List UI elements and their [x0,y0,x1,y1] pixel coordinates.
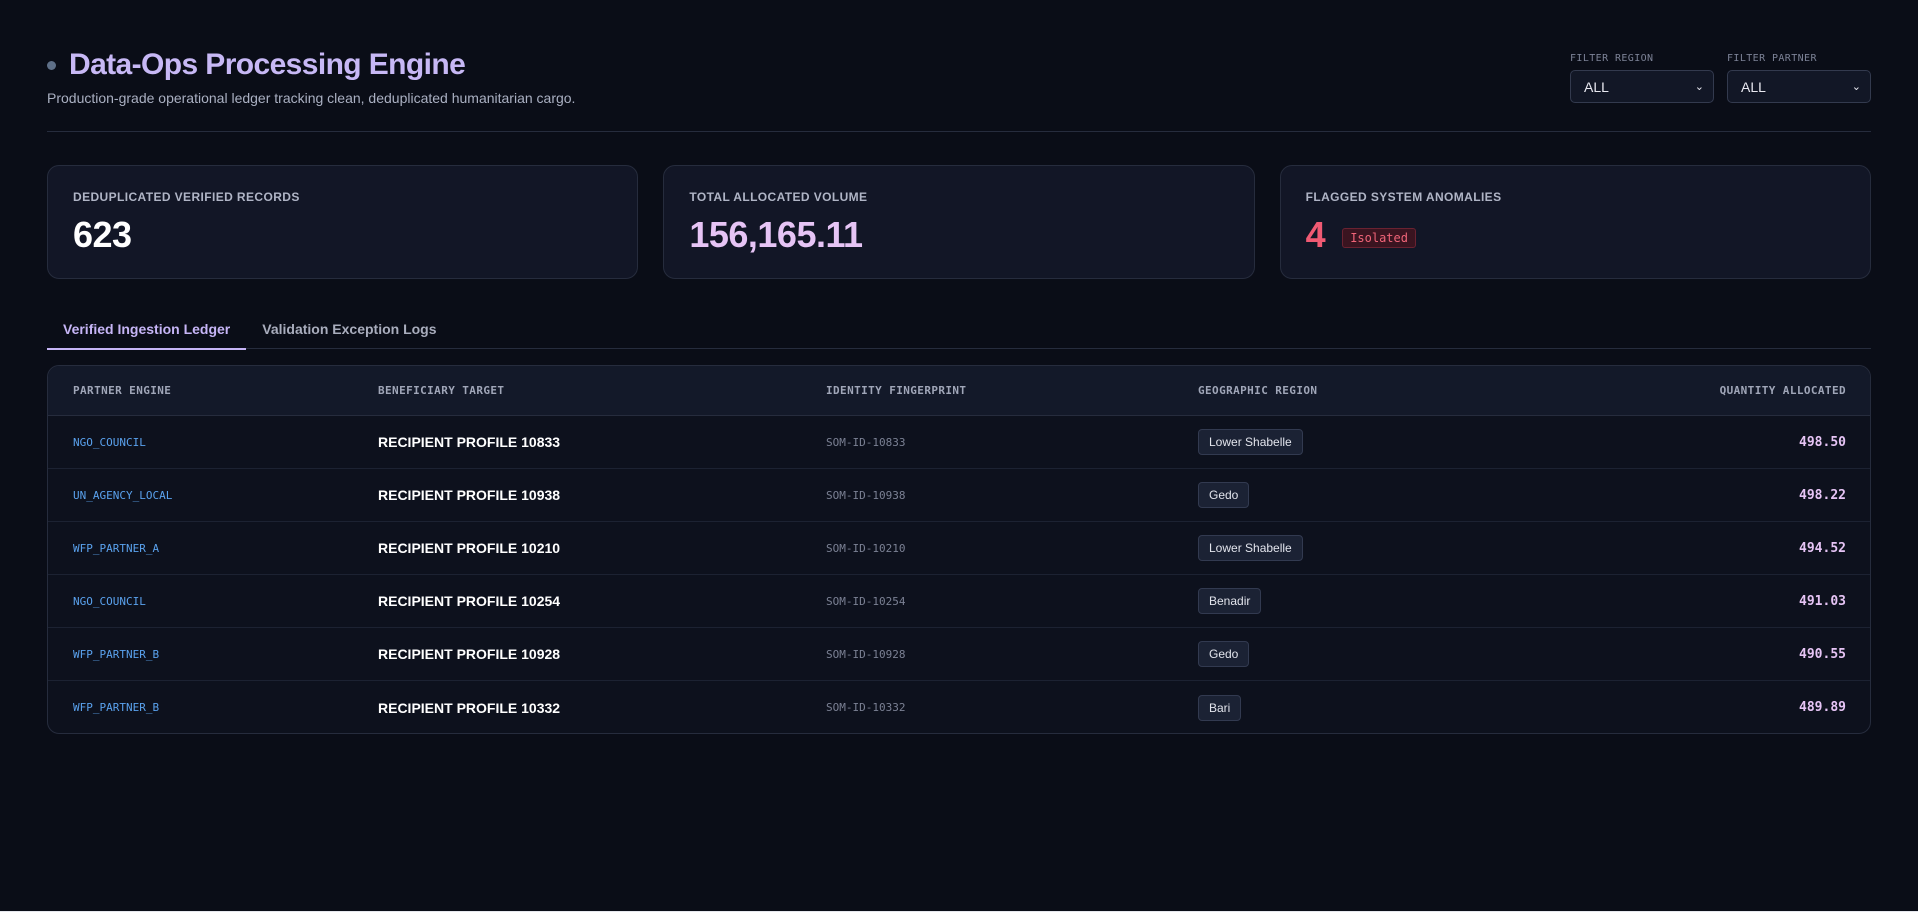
fingerprint-cell: SOM-ID-10254 [826,594,906,608]
quantity-cell: 491.03 [1799,593,1846,609]
column-header-region[interactable]: GEOGRAPHIC REGION [1198,384,1317,397]
fingerprint-cell: SOM-ID-10928 [826,647,906,661]
stat-card-value-row: 156,165.11 [689,215,1228,255]
stat-card-anomalies: FLAGGED SYSTEM ANOMALIES 4 Isolated [1279,165,1871,279]
stat-card-value: 156,165.11 [689,214,863,255]
stat-card-value: 623 [73,214,132,255]
status-badge: Isolated [1342,228,1416,248]
region-chip: Bari [1198,694,1242,721]
quantity-cell: 498.50 [1799,434,1846,450]
table-row[interactable]: NGO_COUNCIL RECIPIENT PROFILE 10254 SOM-… [48,575,1870,628]
page-title: Data-Ops Processing Engine [69,48,466,81]
stat-card-label: FLAGGED SYSTEM ANOMALIES [1305,190,1502,204]
table-row[interactable]: WFP_PARTNER_A RECIPIENT PROFILE 10210 SO… [48,522,1870,575]
recipient-cell: RECIPIENT PROFILE 10833 [378,434,561,450]
stat-card-label: TOTAL ALLOCATED VOLUME [689,190,868,204]
column-header-fingerprint[interactable]: IDENTITY FINGERPRINT [826,384,966,397]
recipient-cell: RECIPIENT PROFILE 10938 [378,487,561,503]
filter-region: FILTER REGION ALL ⌄ [1570,53,1714,103]
partner-cell: WFP_PARTNER_B [73,701,160,714]
chevron-down-icon: ⌄ [1851,81,1861,93]
filter-partner-label: FILTER PARTNER [1727,53,1817,64]
column-header-quantity[interactable]: QUANTITY ALLOCATED [1720,384,1846,397]
quantity-cell: 490.55 [1799,646,1846,662]
tab-validation-exception-logs[interactable]: Validation Exception Logs [246,316,452,349]
region-select[interactable]: ALL ⌄ [1570,70,1714,103]
table-row[interactable]: WFP_PARTNER_B RECIPIENT PROFILE 10332 SO… [48,681,1870,733]
table-row[interactable]: UN_AGENCY_LOCAL RECIPIENT PROFILE 10938 … [48,469,1870,522]
stat-card-value-row: 4 Isolated [1306,215,1845,255]
region-chip: Lower Shabelle [1198,535,1303,561]
filter-region-label: FILTER REGION [1570,53,1654,64]
column-header-beneficiary[interactable]: BENEFICIARY TARGET [378,384,504,397]
page-subtitle: Production-grade operational ledger trac… [47,90,576,106]
region-chip: Gedo [1198,482,1250,508]
region-chip: Benadir [1198,588,1262,614]
recipient-cell: RECIPIENT PROFILE 10928 [378,646,561,662]
partner-select-value: ALL [1741,78,1766,95]
quantity-cell: 494.52 [1799,540,1846,556]
stat-card-volume: TOTAL ALLOCATED VOLUME 156,165.11 [663,165,1255,279]
tab-verified-ingestion-ledger[interactable]: Verified Ingestion Ledger [47,316,247,350]
chevron-down-icon: ⌄ [1694,81,1704,93]
fingerprint-cell: SOM-ID-10833 [826,435,906,449]
stat-card-value-row: 623 [73,215,612,255]
title-row: Data-Ops Processing Engine [47,48,466,82]
partner-cell: WFP_PARTNER_B [73,647,160,661]
stat-card-label: DEDUPLICATED VERIFIED RECORDS [73,190,300,204]
table-row[interactable]: NGO_COUNCIL RECIPIENT PROFILE 10833 SOM-… [48,416,1870,469]
partner-select[interactable]: ALL ⌄ [1727,70,1871,103]
ledger-table: PARTNER ENGINE BENEFICIARY TARGET IDENTI… [47,365,1871,734]
filter-partner: FILTER PARTNER ALL ⌄ [1727,53,1871,103]
fingerprint-cell: SOM-ID-10332 [826,701,906,714]
table-row[interactable]: WFP_PARTNER_B RECIPIENT PROFILE 10928 SO… [48,628,1870,681]
region-chip: Lower Shabelle [1198,429,1303,455]
partner-cell: WFP_PARTNER_A [73,541,160,555]
partner-cell: UN_AGENCY_LOCAL [73,488,173,502]
recipient-cell: RECIPIENT PROFILE 10332 [378,699,561,716]
fingerprint-cell: SOM-ID-10210 [826,541,906,555]
recipient-cell: RECIPIENT PROFILE 10254 [378,593,561,609]
stat-card-value: 4 [1305,214,1326,255]
tab-bar: Verified Ingestion Ledger Validation Exc… [47,316,1871,350]
page: Data-Ops Processing Engine Production-gr… [47,0,1871,734]
quantity-cell: 498.22 [1799,487,1846,503]
quantity-cell: 489.89 [1799,700,1846,715]
filter-bar: FILTER REGION ALL ⌄ FILTER PARTNER ALL ⌄ [1570,53,1871,103]
partner-cell: NGO_COUNCIL [73,435,146,449]
recipient-cell: RECIPIENT PROFILE 10210 [378,540,561,556]
page-header: Data-Ops Processing Engine Production-gr… [47,0,1871,132]
stat-card-records: DEDUPLICATED VERIFIED RECORDS 623 [47,165,639,279]
column-header-partner[interactable]: PARTNER ENGINE [73,384,171,397]
stat-cards: DEDUPLICATED VERIFIED RECORDS 623 TOTAL … [47,165,1871,279]
region-select-value: ALL [1584,78,1609,95]
region-chip: Gedo [1198,641,1250,667]
status-dot-icon [47,60,56,70]
fingerprint-cell: SOM-ID-10938 [826,488,906,502]
table-header: PARTNER ENGINE BENEFICIARY TARGET IDENTI… [48,366,1870,416]
partner-cell: NGO_COUNCIL [73,594,146,608]
